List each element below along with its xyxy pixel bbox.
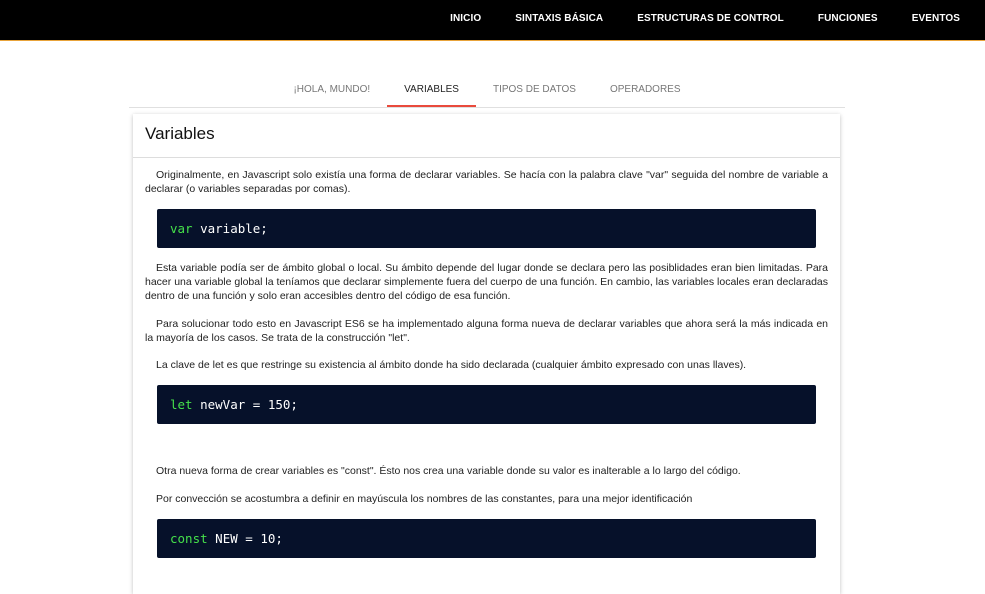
tab-variables[interactable]: VARIABLES xyxy=(387,72,476,107)
paragraph-es6: Para solucionar todo esto en Javascript … xyxy=(145,318,828,344)
tab-operadores[interactable]: OPERADORES xyxy=(593,72,698,107)
code-keyword: let xyxy=(170,397,193,412)
top-navbar: INICIO SINTAXIS BÁSICA ESTRUCTURAS DE CO… xyxy=(0,0,985,41)
code-block-var: var variable; xyxy=(157,209,816,248)
paragraph-scope: Esta variable podía ser de ámbito global… xyxy=(145,262,828,302)
paragraph-convention: Por convección se acostumbra a definir e… xyxy=(156,493,693,505)
code-keyword: var xyxy=(170,221,193,236)
code-block-let: let newVar = 150; xyxy=(157,385,816,424)
nav-estructuras-de-control[interactable]: ESTRUCTURAS DE CONTROL xyxy=(620,13,801,24)
content-card: Variables Originalmente, en Javascript s… xyxy=(133,114,840,594)
code-keyword: const xyxy=(170,531,208,546)
code-text: NEW = 10; xyxy=(207,531,283,546)
nav-funciones[interactable]: FUNCIONES xyxy=(801,13,895,24)
card-content: Originalmente, en Javascript solo existí… xyxy=(133,158,840,558)
code-text: variable; xyxy=(192,221,268,236)
nav-inicio[interactable]: INICIO xyxy=(433,13,498,24)
section-tabs: ¡HOLA, MUNDO! VARIABLES TIPOS DE DATOS O… xyxy=(129,72,845,108)
main-nav: INICIO SINTAXIS BÁSICA ESTRUCTURAS DE CO… xyxy=(433,0,960,36)
card-title: Variables xyxy=(133,114,840,158)
paragraph-const: Otra nueva forma de crear variables es "… xyxy=(156,465,741,477)
tab-tipos-de-datos[interactable]: TIPOS DE DATOS xyxy=(476,72,593,107)
code-block-const: const NEW = 10; xyxy=(157,519,816,558)
nav-eventos[interactable]: EVENTOS xyxy=(895,13,960,24)
code-text: newVar = 150; xyxy=(192,397,298,412)
nav-sintaxis-basica[interactable]: SINTAXIS BÁSICA xyxy=(498,13,620,24)
paragraph-let: La clave de let es que restringe su exis… xyxy=(156,359,747,371)
tab-hola-mundo[interactable]: ¡HOLA, MUNDO! xyxy=(276,72,387,107)
paragraph-intro: Originalmente, en Javascript solo existí… xyxy=(145,169,828,195)
